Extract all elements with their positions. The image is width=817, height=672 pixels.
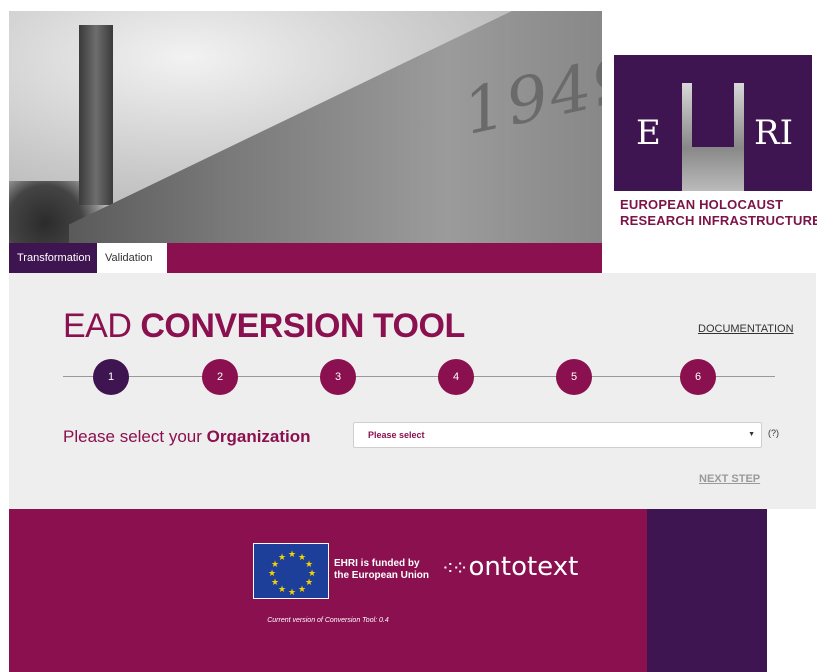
step-4[interactable]: 4 [438, 359, 474, 395]
footer: ★ ★ ★ ★ ★ ★ ★ ★ ★ ★ ★ ★ EHRI is funded b… [9, 509, 647, 672]
ontotext-logo[interactable]: ⁖⁘ontotext [442, 552, 578, 582]
ontotext-dots-icon: ⁖⁘ [442, 556, 469, 580]
eu-funding-text: EHRI is funded by the European Union [334, 558, 429, 582]
header-photo: 1949 [9, 11, 602, 243]
organization-select[interactable]: Please select ▼ [353, 422, 762, 448]
step-2[interactable]: 2 [202, 359, 238, 395]
eu-funding-line-1: EHRI is funded by [334, 558, 420, 569]
page-title: EAD CONVERSION TOOL [63, 307, 465, 346]
logo-h-mark [682, 83, 744, 191]
step-6[interactable]: 6 [680, 359, 716, 395]
eu-funding-line-2: the European Union [334, 570, 429, 581]
tab-validation[interactable]: Validation [97, 243, 167, 273]
documentation-link[interactable]: DOCUMENTATION [698, 323, 794, 335]
tab-transformation[interactable]: Transformation [9, 243, 97, 273]
version-text: Current version of Conversion Tool: 0.4 [267, 617, 389, 624]
logo-line-1-bold: HOLOCAUST [699, 197, 784, 212]
ontotext-wordmark: ontotext [468, 552, 579, 582]
stepper-line [63, 376, 775, 377]
logo-line-2: RESEARCH INFRASTRUCTURE [620, 213, 817, 228]
step-1[interactable]: 1 [93, 359, 129, 395]
logo-line-1: EUROPEAN HOLOCAUST [620, 197, 783, 212]
logo-letters-ri: RI [754, 113, 794, 153]
eu-flag-icon: ★ ★ ★ ★ ★ ★ ★ ★ ★ ★ ★ ★ [253, 543, 329, 599]
organization-select-value: Please select [368, 430, 425, 440]
page-title-bold: CONVERSION TOOL [140, 307, 465, 345]
help-link[interactable]: (?) [768, 428, 779, 438]
ehri-logo[interactable]: E RI EUROPEAN HOLOCAUST RESEARCH INFRAST… [614, 55, 817, 233]
tab-bar: Transformation Validation [9, 243, 602, 273]
organization-label-bold: Organization [206, 427, 311, 446]
dropdown-arrow-icon: ▼ [748, 431, 755, 438]
logo-letter-e: E [636, 113, 661, 153]
organization-label: Please select your Organization [63, 427, 311, 447]
step-3[interactable]: 3 [320, 359, 356, 395]
logo-line-1-prefix: EUROPEAN [620, 197, 700, 212]
step-5[interactable]: 5 [556, 359, 592, 395]
conversion-panel: EAD CONVERSION TOOL DOCUMENTATION 1 2 3 … [9, 273, 816, 509]
page-title-prefix: EAD [63, 307, 141, 345]
next-step-button[interactable]: NEXT STEP [699, 473, 760, 485]
photo-chimney [79, 25, 113, 205]
organization-label-prefix: Please select your [63, 427, 207, 446]
footer-side-block [647, 509, 767, 672]
